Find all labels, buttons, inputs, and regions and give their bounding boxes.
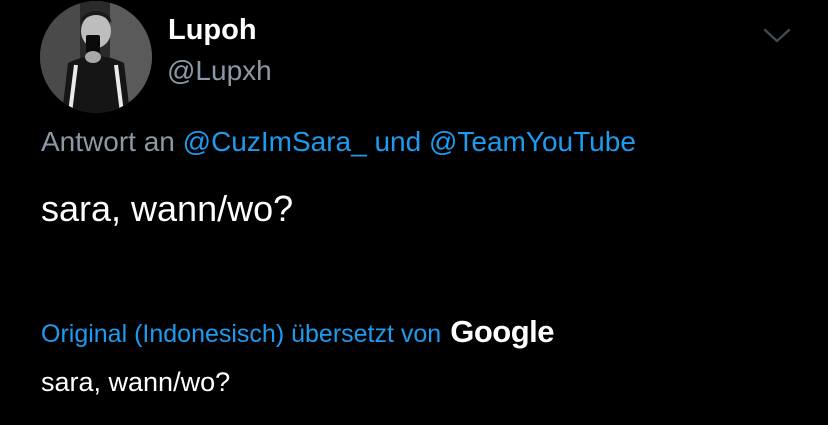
chevron-down-icon [763,28,791,43]
translation-attribution: Original (Indonesisch) übersetzt von Goo… [41,314,554,350]
user-handle[interactable]: @Lupxh [167,55,272,87]
google-logo: Google [450,314,554,349]
translated-text: sara, wann/wo? [41,367,231,397]
display-name[interactable]: Lupoh [168,14,257,47]
reply-prefix: Antwort an [41,126,175,157]
reply-context: Antwort an @CuzImSara_ und @TeamYouTube [41,126,636,158]
avatar[interactable] [40,1,152,113]
profile-photo-icon [40,1,152,113]
mention-link-cuzimsara[interactable]: @CuzImSara_ [183,126,367,157]
translation-source-link[interactable]: Original (Indonesisch) übersetzt von [41,320,441,349]
more-options-button[interactable] [760,22,794,48]
tweet: Lupoh @Lupxh Antwort an @CuzImSara_ und … [0,0,828,425]
reply-conjunction: und [374,126,422,157]
mention-link-teamyoutube[interactable]: @TeamYouTube [429,126,636,157]
tweet-text: sara, wann/wo? [41,188,294,229]
